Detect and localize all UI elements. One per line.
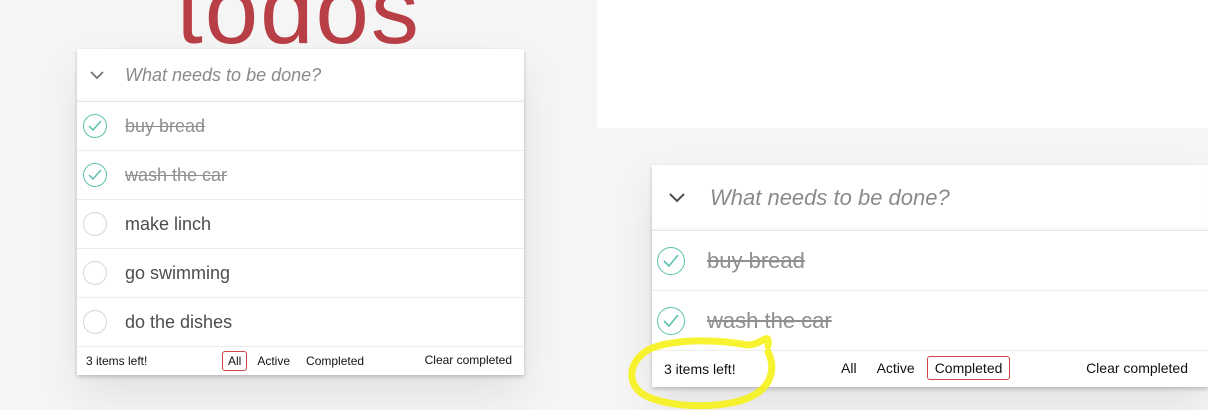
filter-list: All Active Completed xyxy=(833,356,1014,380)
todo-item: buy bread xyxy=(652,231,1208,291)
todo-footer: 3 items left! All Active Completed Clear… xyxy=(652,351,1208,387)
todo-app: buy bread wash the car 3 items left! All… xyxy=(652,165,1208,395)
items-left-count: 3 items left! xyxy=(664,361,736,377)
toggle-all-chevron-down-icon[interactable] xyxy=(652,165,702,231)
items-left-count: 3 items left! xyxy=(86,354,148,368)
filter-all[interactable]: All xyxy=(222,351,248,371)
left-screenshot-panel: todos buy bread wash the car make linch xyxy=(0,0,597,410)
todo-toggle-checkbox[interactable] xyxy=(83,310,107,334)
todo-item: wash the car xyxy=(77,151,524,200)
todo-item: make linch xyxy=(77,200,524,249)
new-todo-input[interactable] xyxy=(710,184,1190,211)
todo-toggle-checkbox[interactable] xyxy=(657,306,685,335)
todo-toggle-checkbox[interactable] xyxy=(83,114,107,138)
clear-completed-button[interactable]: Clear completed xyxy=(1086,360,1188,376)
stack-shadow xyxy=(83,377,518,383)
filter-active[interactable]: Active xyxy=(251,351,296,371)
todo-toggle-checkbox[interactable] xyxy=(657,246,685,275)
todo-item: do the dishes xyxy=(77,298,524,347)
todo-label[interactable]: do the dishes xyxy=(125,312,232,333)
checkmark-icon xyxy=(88,169,102,181)
todo-item: go swimming xyxy=(77,249,524,298)
checkmark-icon xyxy=(663,254,679,267)
filter-all[interactable]: All xyxy=(833,356,865,380)
stack-shadow xyxy=(658,389,1202,395)
clear-completed-button[interactable]: Clear completed xyxy=(425,353,512,367)
filter-active[interactable]: Active xyxy=(869,356,923,380)
checkmark-icon xyxy=(88,120,102,132)
todo-footer: 3 items left! All Active Completed Clear… xyxy=(77,347,524,375)
checkmark-icon xyxy=(663,314,679,327)
todo-toggle-checkbox[interactable] xyxy=(83,261,107,285)
todo-toggle-checkbox[interactable] xyxy=(83,163,107,187)
todo-item: wash the car xyxy=(652,291,1208,351)
todo-item: buy bread xyxy=(77,102,524,151)
new-todo-row xyxy=(652,165,1208,231)
filter-list: All Active Completed xyxy=(222,351,374,371)
toggle-all-chevron-down-icon[interactable] xyxy=(77,49,117,102)
filter-completed[interactable]: Completed xyxy=(926,356,1011,380)
todo-label[interactable]: buy bread xyxy=(707,248,805,274)
todo-app: buy bread wash the car make linch go swi… xyxy=(77,49,524,383)
todo-label[interactable]: wash the car xyxy=(707,308,832,334)
right-screenshot-panel: buy bread wash the car 3 items left! All… xyxy=(597,128,1208,410)
todo-label[interactable]: go swimming xyxy=(125,263,230,284)
new-todo-row xyxy=(77,49,524,102)
todo-label[interactable]: buy bread xyxy=(125,116,205,137)
todo-label[interactable]: make linch xyxy=(125,214,211,235)
todo-label[interactable]: wash the car xyxy=(125,165,227,186)
filter-completed[interactable]: Completed xyxy=(300,351,370,371)
new-todo-input[interactable] xyxy=(125,64,505,86)
todo-toggle-checkbox[interactable] xyxy=(83,212,107,236)
